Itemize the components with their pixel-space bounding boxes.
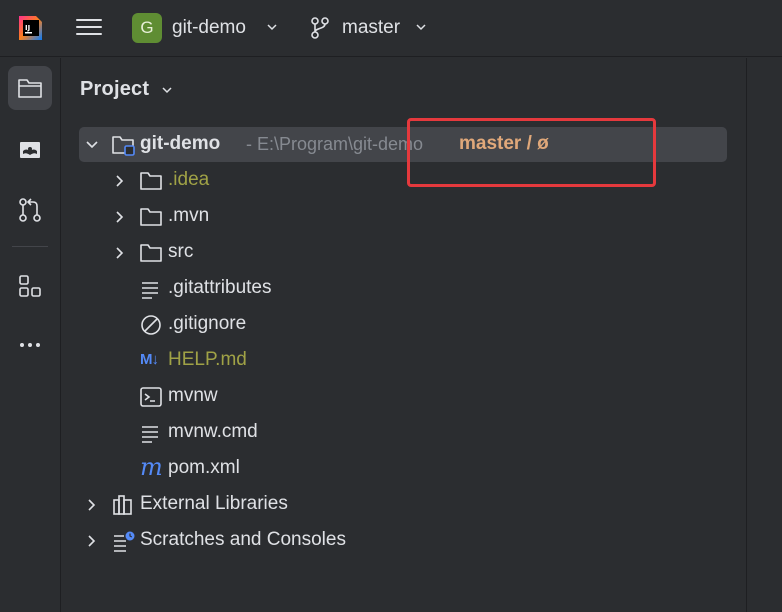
tree-item-label: src: [168, 241, 194, 262]
project-badge[interactable]: G: [132, 13, 162, 43]
tree-item-label: .gitattributes: [168, 277, 272, 298]
maven-icon: m: [140, 453, 163, 481]
tree-item-label: Scratches and Consoles: [140, 529, 346, 550]
expand-arrow-icon[interactable]: [85, 138, 99, 152]
structure-tool-button[interactable]: [8, 264, 52, 308]
chevron-down-icon[interactable]: [416, 22, 426, 32]
chevron-down-icon[interactable]: [161, 85, 173, 95]
tree-item-mvnw-cmd[interactable]: mvnw.cmd: [62, 415, 746, 451]
module-folder-icon: [112, 136, 135, 156]
learn-tool-button[interactable]: [8, 128, 52, 172]
tree-item-mvn[interactable]: .mvn: [62, 199, 746, 235]
folder-icon: [140, 172, 162, 190]
more-icon: [20, 343, 40, 347]
panel-title[interactable]: Project: [80, 78, 173, 101]
tree-item-label: mvnw.cmd: [168, 421, 258, 442]
structure-icon: [19, 275, 41, 297]
commit-tool-button[interactable]: [8, 188, 52, 232]
tree-item-label: .idea: [168, 169, 210, 190]
folder-icon: [140, 208, 162, 226]
title-bar: IJ G git-demo master: [0, 0, 782, 57]
root-path: - E:\Program\git-demo: [246, 134, 424, 154]
tree-item-scratches[interactable]: Scratches and Consoles: [62, 523, 746, 559]
folder-icon: [18, 79, 42, 98]
expand-arrow-icon[interactable]: [85, 534, 99, 548]
tree-item-label: HELP.md: [168, 349, 247, 370]
tree-item-external-libraries[interactable]: External Libraries: [62, 487, 746, 523]
tree-item-gitattributes[interactable]: .gitattributes: [62, 271, 746, 307]
tree-item-label: .mvn: [168, 205, 210, 226]
strip-separator: [12, 246, 48, 247]
chevron-down-icon[interactable]: [267, 22, 277, 32]
tool-window-strip: [0, 58, 61, 612]
markdown-icon: M↓: [140, 351, 159, 368]
expand-arrow-icon[interactable]: [85, 498, 99, 512]
terminal-file-icon: [140, 387, 162, 407]
library-icon: [113, 495, 132, 515]
folder-icon: [140, 244, 162, 262]
more-tool-button[interactable]: [8, 322, 52, 366]
panel-divider[interactable]: [746, 58, 747, 612]
project-selector[interactable]: git-demo: [172, 17, 246, 39]
vcs-icon: [19, 198, 41, 222]
svg-text:IJ: IJ: [25, 24, 30, 32]
branch-selector[interactable]: master: [342, 17, 400, 39]
tree-item-mvnw[interactable]: mvnw: [62, 379, 746, 415]
ignore-file-icon: [141, 315, 161, 335]
intellij-logo-icon[interactable]: IJ: [16, 14, 44, 42]
tree-item-src[interactable]: src: [62, 235, 746, 271]
project-tool-button[interactable]: [8, 66, 52, 110]
tree-item-label: mvnw: [168, 385, 218, 406]
text-file-icon: [142, 282, 158, 299]
expand-arrow-icon[interactable]: [113, 210, 127, 224]
tree-item-label: .gitignore: [168, 313, 247, 334]
panel-title-label: Project: [80, 78, 150, 100]
annotation-highlight-box: [407, 118, 656, 187]
tree-item-pom-xml[interactable]: m pom.xml: [62, 451, 746, 487]
tree-item-label: External Libraries: [140, 493, 288, 514]
tree-root-label: git-demo: [140, 133, 221, 154]
expand-arrow-icon[interactable]: [113, 246, 127, 260]
expand-arrow-icon[interactable]: [113, 174, 127, 188]
tree-item-gitignore[interactable]: .gitignore: [62, 307, 746, 343]
tree-item-label: pom.xml: [168, 457, 240, 478]
branch-icon[interactable]: [309, 16, 331, 40]
tree-item-help-md[interactable]: M↓ HELP.md: [62, 343, 746, 379]
main-menu-button[interactable]: [75, 15, 103, 41]
learn-icon: [20, 142, 40, 158]
text-file-icon: [142, 426, 158, 443]
scratches-icon: [114, 531, 135, 552]
